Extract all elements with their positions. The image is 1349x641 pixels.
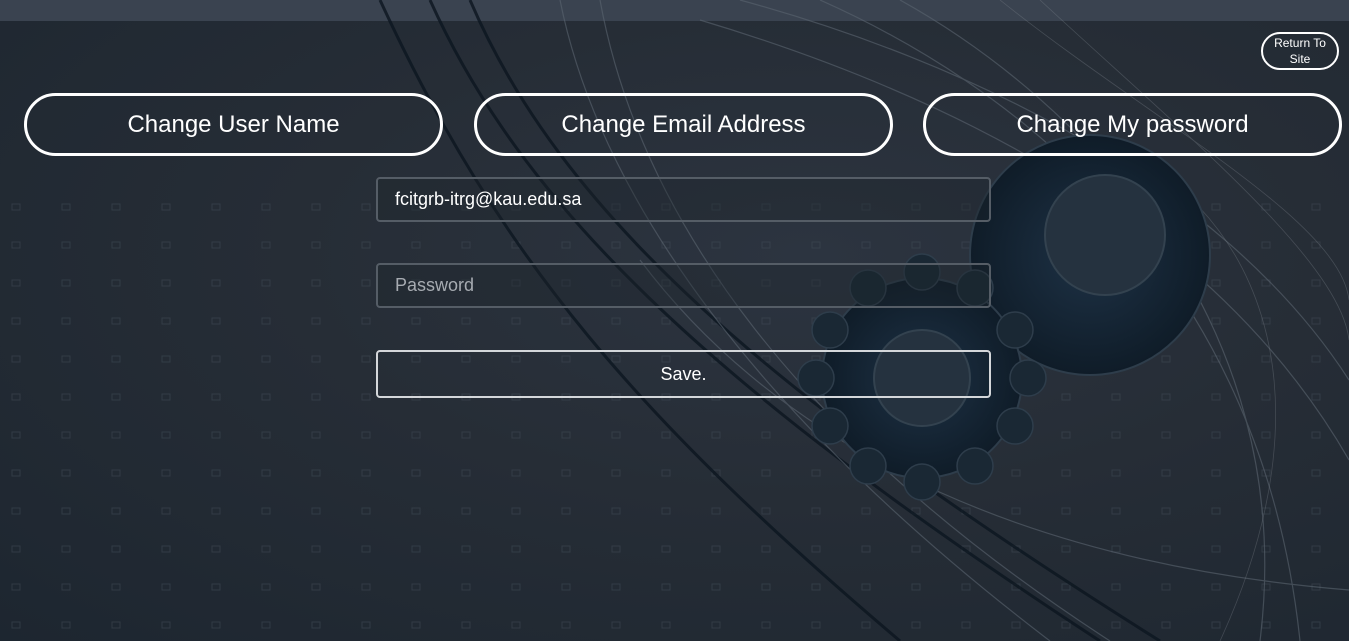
save-button[interactable]: Save. [376,350,991,398]
password-field[interactable] [376,263,991,308]
change-user-name-button[interactable]: Change User Name [24,93,443,156]
return-to-site-button[interactable]: Return To Site [1261,32,1339,70]
change-email-address-button[interactable]: Change Email Address [474,93,893,156]
change-my-password-button[interactable]: Change My password [923,93,1342,156]
email-field[interactable] [376,177,991,222]
